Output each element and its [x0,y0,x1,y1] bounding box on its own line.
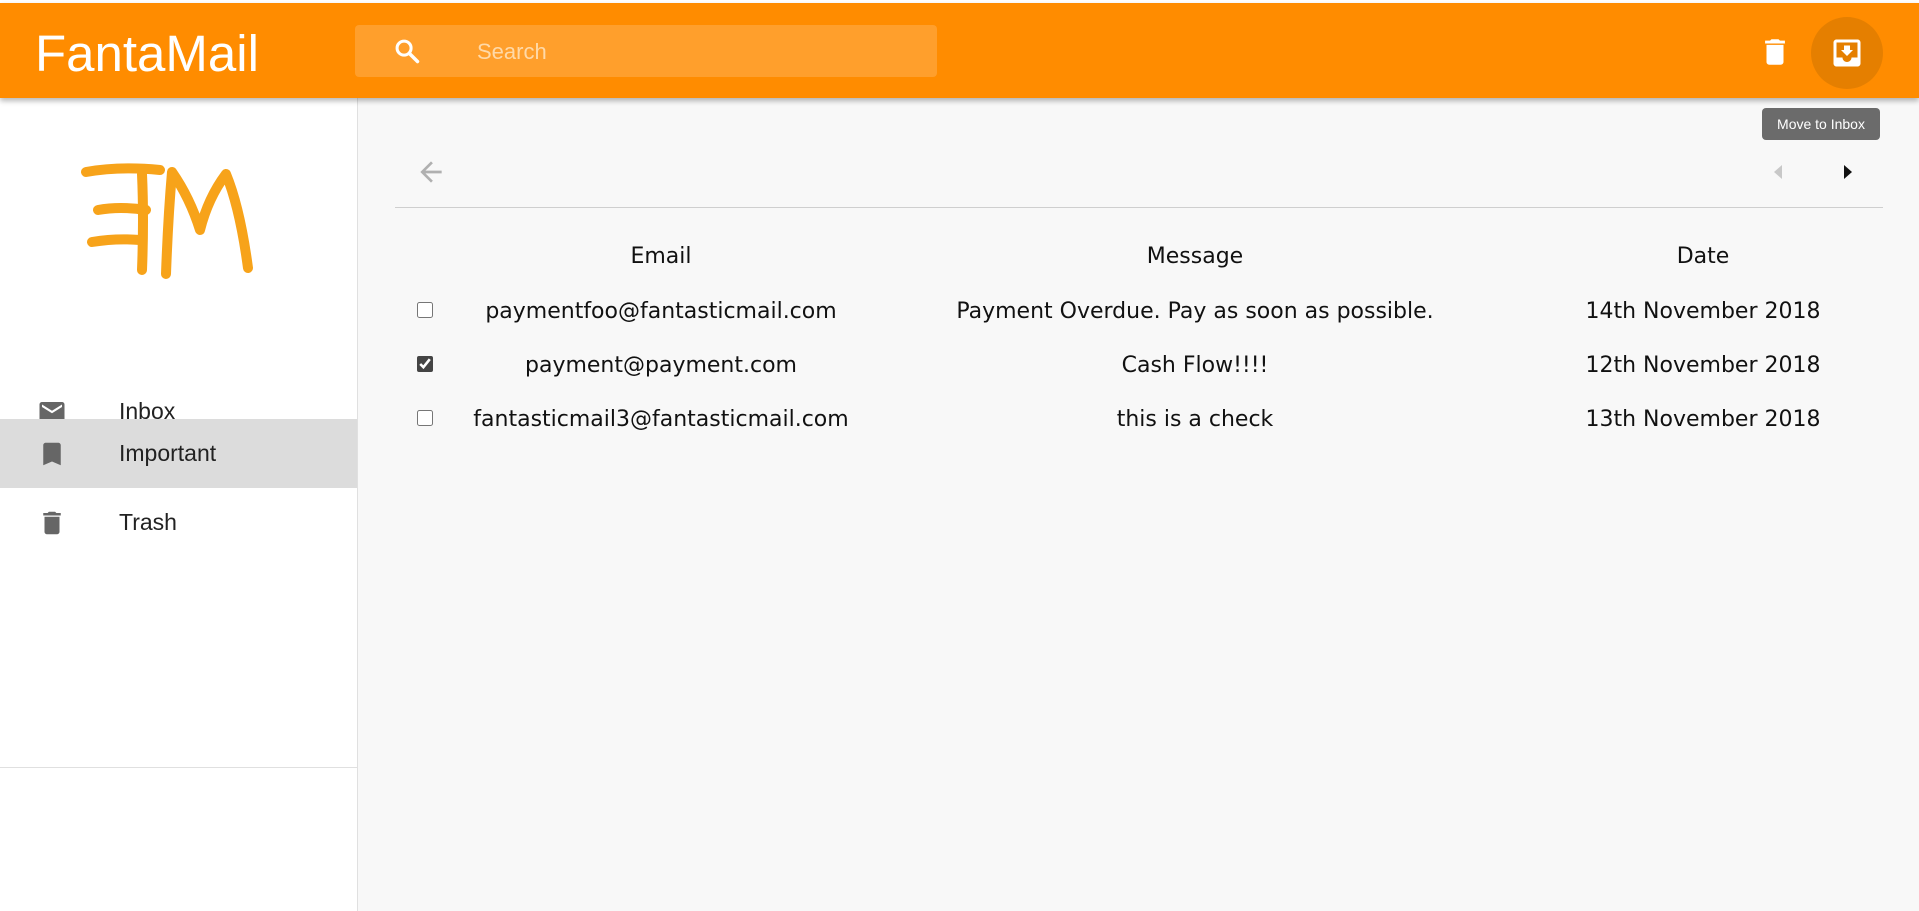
row-date: 14th November 2018 [1585,298,1821,324]
delete-button[interactable] [1758,35,1792,69]
delete-icon [1765,39,1785,65]
row-checkbox[interactable] [417,409,433,426]
row-email: paymentfoo@fantasticmail.com [485,298,837,324]
row-checkbox[interactable] [417,301,433,318]
bookmark-icon [43,442,61,466]
sidebar: Inbox Important Trash [0,98,358,911]
fantamail-logo [81,163,253,279]
sidebar-item-trash[interactable]: Trash [0,488,357,557]
table-row[interactable]: payment@payment.com Cash Flow!!!! 12th N… [395,338,1883,392]
table-header-select [395,228,455,284]
chevron-right-icon [1844,165,1852,179]
table-header-message: Message [1146,243,1244,269]
search-bar[interactable] [355,25,937,79]
row-date: 13th November 2018 [1585,406,1821,432]
search-icon [395,39,420,64]
sidebar-item-important[interactable]: Important [0,419,357,488]
row-email: payment@payment.com [525,352,797,378]
sidebar-divider [0,767,357,768]
sidebar-item-label: Important [119,440,217,466]
move-to-inbox-icon [1833,39,1861,67]
trash-icon [43,511,61,535]
table-row[interactable]: paymentfoo@fantasticmail.com Payment Ove… [395,284,1883,338]
table-header-email: Email [630,243,692,269]
row-message: Cash Flow!!!! [1121,352,1269,378]
move-to-inbox-button[interactable] [1811,17,1883,89]
back-button[interactable] [415,156,447,188]
next-page-button[interactable] [1835,160,1859,184]
table-header-date: Date [1676,243,1730,269]
chevron-left-icon [1774,165,1782,179]
app-header: FantaMail [0,3,1919,98]
arrow-back-icon [420,161,442,183]
main-content: Email Message Date paymentfoo@fantasticm… [358,98,1919,911]
toolbar-divider [395,207,1883,208]
mail-table: Email Message Date paymentfoo@fantasticm… [395,228,1883,446]
search-input[interactable] [475,25,919,79]
tooltip: Move to Inbox [1762,108,1880,140]
row-message: this is a check [1116,406,1274,432]
sidebar-item-label: Trash [119,509,177,535]
prev-page-button[interactable] [1767,160,1791,184]
row-email: fantasticmail3@fantasticmail.com [473,406,849,432]
app-title: FantaMail [35,25,259,82]
row-checkbox[interactable] [417,355,433,372]
table-row[interactable]: fantasticmail3@fantasticmail.com this is… [395,392,1883,446]
row-date: 12th November 2018 [1585,352,1821,378]
table-header-row: Email Message Date [395,228,1883,284]
row-message: Payment Overdue. Pay as soon as possible… [956,298,1434,324]
